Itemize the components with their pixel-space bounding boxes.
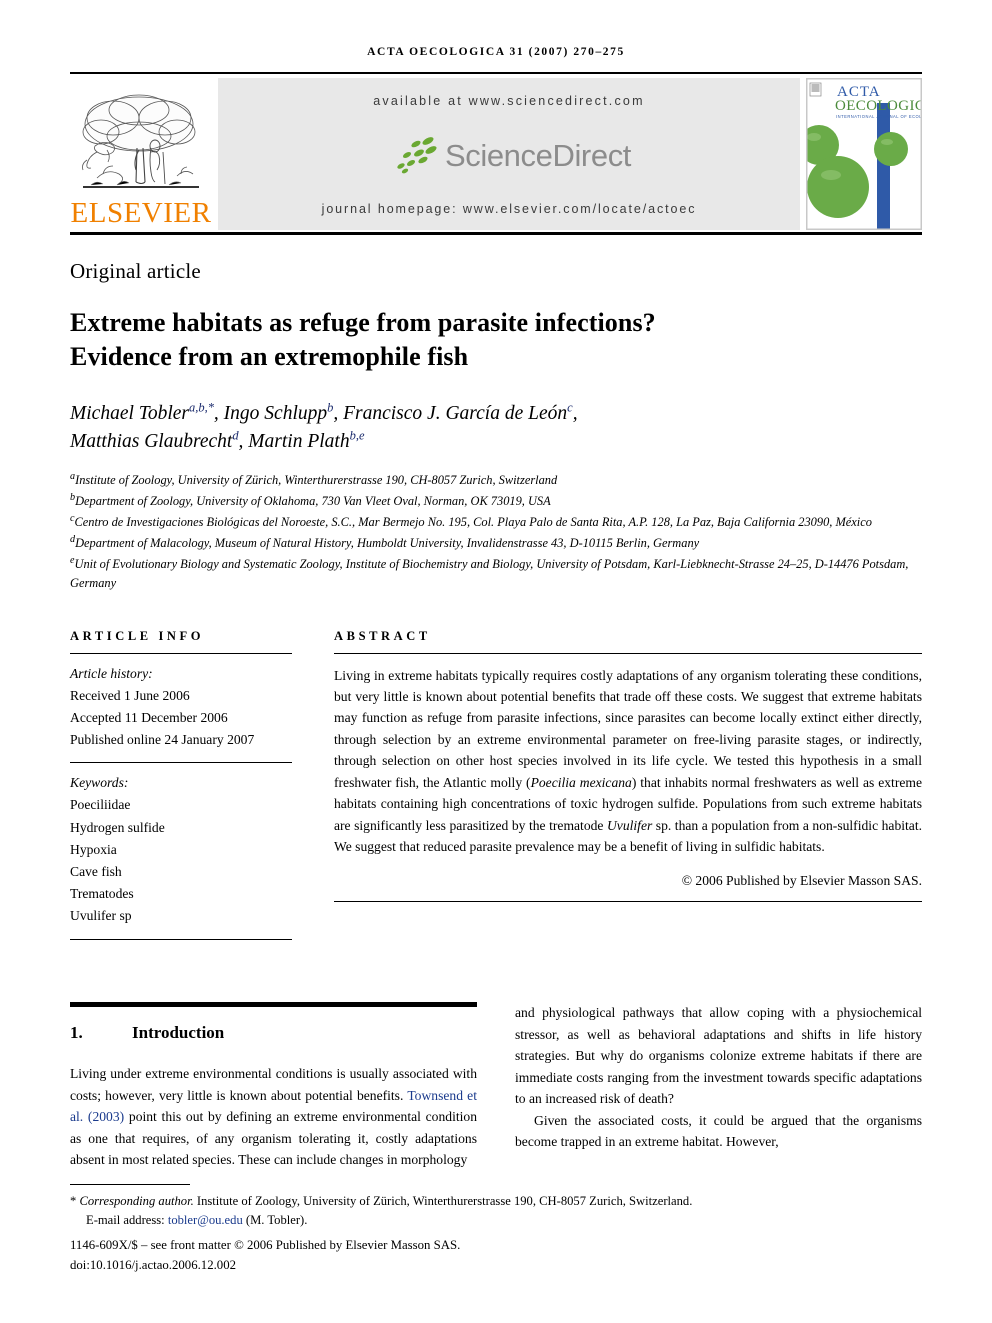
intro-paragraph-2: Given the associated costs, it could be … — [515, 1112, 922, 1150]
issn-line: 1146-609X/$ – see front matter © 2006 Pu… — [70, 1238, 461, 1253]
sciencedirect-wordmark: ScienceDirect — [444, 137, 632, 173]
abstract-text: Living in extreme habitats typically req… — [334, 654, 922, 861]
keyword-item: Hypoxia — [70, 841, 117, 857]
author-affiliation-marker: b,e — [349, 428, 365, 443]
article-history-item: Published online 24 January 2007 — [70, 732, 255, 748]
sciencedirect-logo: ScienceDirect — [387, 135, 631, 175]
article-page: ACTA OECOLOGICA 31 (2007) 270–275 ELSEVI… — [0, 0, 992, 1323]
svg-text:OECOLOGICA: OECOLOGICA — [835, 98, 921, 114]
intro-right-text: and physiological pathways that allow co… — [515, 1002, 922, 1152]
abstract-rule-bottom — [334, 901, 922, 903]
author-list: Michael Toblera,b,*, Ingo Schluppb, Fran… — [70, 400, 922, 456]
keyword-item: Poeciliidae — [70, 797, 131, 813]
keywords-block: Keywords: Poeciliidae Hydrogen sulfide H… — [70, 763, 292, 939]
abstract-heading: ABSTRACT — [334, 628, 431, 643]
section-number: 1. — [70, 1023, 83, 1043]
author-line-2: Matthias Glaubrechtd, Martin Plathb,e — [70, 428, 365, 453]
author-name: Michael Tobler — [70, 403, 189, 425]
author-name: Matthias Glaubrecht — [70, 431, 233, 453]
author-name: Ingo Schlupp — [223, 403, 328, 425]
available-at-text: available at www.sciencedirect.com — [373, 94, 645, 108]
masthead-bottom-rule — [70, 232, 922, 235]
masthead-top-rule — [70, 72, 922, 74]
affiliation-item: eUnit of Evolutionary Biology and System… — [70, 553, 922, 593]
keyword-item: Trematodes — [70, 886, 134, 902]
keyword-item: Cave fish — [70, 863, 122, 879]
abstract-column: ABSTRACT Living in extreme habitats typi… — [334, 629, 922, 941]
affiliation-item: bDepartment of Zoology, University of Ok… — [70, 490, 922, 511]
abstract-species-1: Poecilia mexicana — [530, 774, 632, 790]
footnote-rule — [70, 1184, 190, 1186]
section-thick-rule — [70, 1002, 477, 1008]
corresponding-marker: * — [70, 1194, 77, 1209]
article-info-heading: ARTICLE INFO — [70, 628, 205, 643]
article-info-column: ARTICLE INFO Article history: Received 1… — [70, 629, 292, 941]
affiliation-list: aInstitute of Zoology, University of Zür… — [70, 469, 922, 593]
body-columns: 1. Introduction Living under extreme env… — [70, 1002, 922, 1170]
author-line-1: Michael Toblera,b,*, Ingo Schluppb, Fran… — [70, 400, 578, 425]
affiliation-text: Institute of Zoology, University of Züri… — [75, 473, 558, 488]
title-line-2: Evidence from an extremophile fish — [70, 341, 469, 371]
svg-text:INTERNATIONAL JOURNAL OF ECOLO: INTERNATIONAL JOURNAL OF ECOLOGY — [836, 114, 921, 119]
email-note: E-mail address: tobler@ou.edu (M. Tobler… — [70, 1211, 922, 1230]
body-left-column: 1. Introduction Living under extreme env… — [70, 1002, 477, 1170]
keyword-item: Uvulifer sp — [70, 908, 132, 924]
email-link[interactable]: tobler@ou.edu — [168, 1213, 243, 1227]
keyword-item: Hydrogen sulfide — [70, 819, 165, 835]
author-affiliation-marker: d — [232, 428, 239, 443]
author-name: Francisco J. García de León — [343, 403, 568, 425]
article-history-block: Article history: Received 1 June 2006 Ac… — [70, 654, 292, 763]
affiliation-text: Department of Zoology, University of Okl… — [75, 494, 551, 509]
affiliation-item: cCentro de Investigaciones Biológicas de… — [70, 511, 922, 532]
keywords-label: Keywords: — [70, 775, 129, 791]
journal-cover-art: ACTA OECOLOGICA INTERNATIONAL JOURNAL OF… — [807, 79, 921, 229]
abstract-copyright: © 2006 Published by Elsevier Masson SAS. — [681, 873, 922, 889]
journal-masthead: ELSEVIER available at www.sciencedirect.… — [70, 78, 922, 230]
abstract-species-2: Uvulifer — [606, 817, 653, 833]
doi-line: doi:10.1016/j.actao.2006.12.002 — [70, 1257, 236, 1272]
corresponding-author-address: Institute of Zoology, University of Züri… — [193, 1194, 693, 1209]
intro-paragraph-continued: and physiological pathways that allow co… — [515, 1005, 922, 1107]
corresponding-author-label: Corresponding author. — [79, 1194, 194, 1209]
author-affiliation-marker: a,b,* — [188, 400, 214, 415]
intro-text-part-2: point this out by defining an extreme en… — [70, 1109, 477, 1168]
article-type-label: Original article — [70, 259, 201, 283]
journal-homepage-text: journal homepage: www.elsevier.com/locat… — [321, 202, 697, 216]
author-affiliation-marker: b — [327, 400, 334, 415]
intro-paragraph: Living under extreme environmental condi… — [70, 1063, 477, 1170]
affiliation-item: dDepartment of Malacology, Museum of Nat… — [70, 532, 922, 553]
title-line-1: Extreme habitats as refuge from parasite… — [70, 308, 656, 337]
corresponding-author-note: * Corresponding author. Institute of Zoo… — [70, 1192, 922, 1211]
section-heading-introduction: 1. Introduction — [70, 1023, 477, 1043]
footnote-block: * Corresponding author. Institute of Zoo… — [70, 1184, 922, 1275]
elsevier-wordmark: ELSEVIER — [70, 197, 212, 229]
email-label: E-mail address: — [86, 1213, 165, 1228]
affiliation-item: aInstitute of Zoology, University of Zür… — [70, 469, 922, 490]
elsevier-tree-icon — [82, 94, 199, 188]
section-title: Introduction — [132, 1023, 225, 1043]
running-head: ACTA OECOLOGICA 31 (2007) 270–275 — [367, 46, 625, 58]
abstract-part-1: Living in extreme habitats typically req… — [334, 667, 922, 790]
info-abstract-section: ARTICLE INFO Article history: Received 1… — [70, 629, 922, 941]
journal-cover-thumbnail: ACTA OECOLOGICA INTERNATIONAL JOURNAL OF… — [806, 78, 922, 230]
elsevier-logo: ELSEVIER — [70, 78, 212, 230]
article-history-item: Received 1 June 2006 — [70, 687, 190, 703]
affiliation-text: Unit of Evolutionary Biology and Systema… — [70, 556, 909, 590]
sciencedirect-banner: available at www.sciencedirect.com Scien… — [218, 78, 800, 230]
email-owner: (M. Tobler). — [245, 1213, 308, 1228]
body-right-column: and physiological pathways that allow co… — [515, 1002, 922, 1170]
affiliation-text: Department of Malacology, Museum of Natu… — [75, 536, 700, 550]
article-history-label: Article history: — [70, 665, 153, 681]
article-info-rule-bottom — [70, 939, 292, 941]
intro-left-text: Living under extreme environmental condi… — [70, 1063, 477, 1170]
affiliation-text: Centro de Investigaciones Biológicas del… — [74, 515, 872, 530]
page-title: Extreme habitats as refuge from parasite… — [70, 306, 922, 374]
author-name: Martin Plath — [248, 431, 350, 453]
article-history-item: Accepted 11 December 2006 — [70, 709, 228, 725]
sciencedirect-leaf-icon — [397, 137, 437, 174]
author-affiliation-marker: c — [567, 400, 573, 415]
